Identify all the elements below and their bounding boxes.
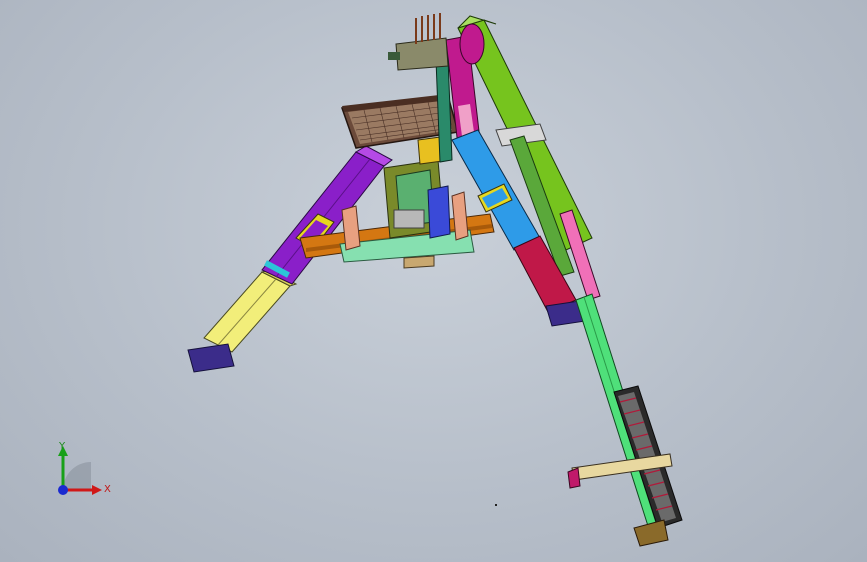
axis-y-label: Y bbox=[59, 441, 66, 452]
left-foot-pad[interactable] bbox=[187, 343, 235, 373]
coordinate-triad: Y X bbox=[48, 440, 118, 510]
axis-x-label: X bbox=[104, 484, 111, 495]
graphics-viewport[interactable]: Y X bbox=[0, 0, 867, 562]
valve-bank[interactable] bbox=[388, 13, 449, 71]
left-purple-leg[interactable] bbox=[261, 145, 393, 285]
stray-point bbox=[495, 504, 497, 506]
left-yellow-leg[interactable] bbox=[203, 269, 298, 353]
assembly-model[interactable] bbox=[0, 0, 867, 562]
